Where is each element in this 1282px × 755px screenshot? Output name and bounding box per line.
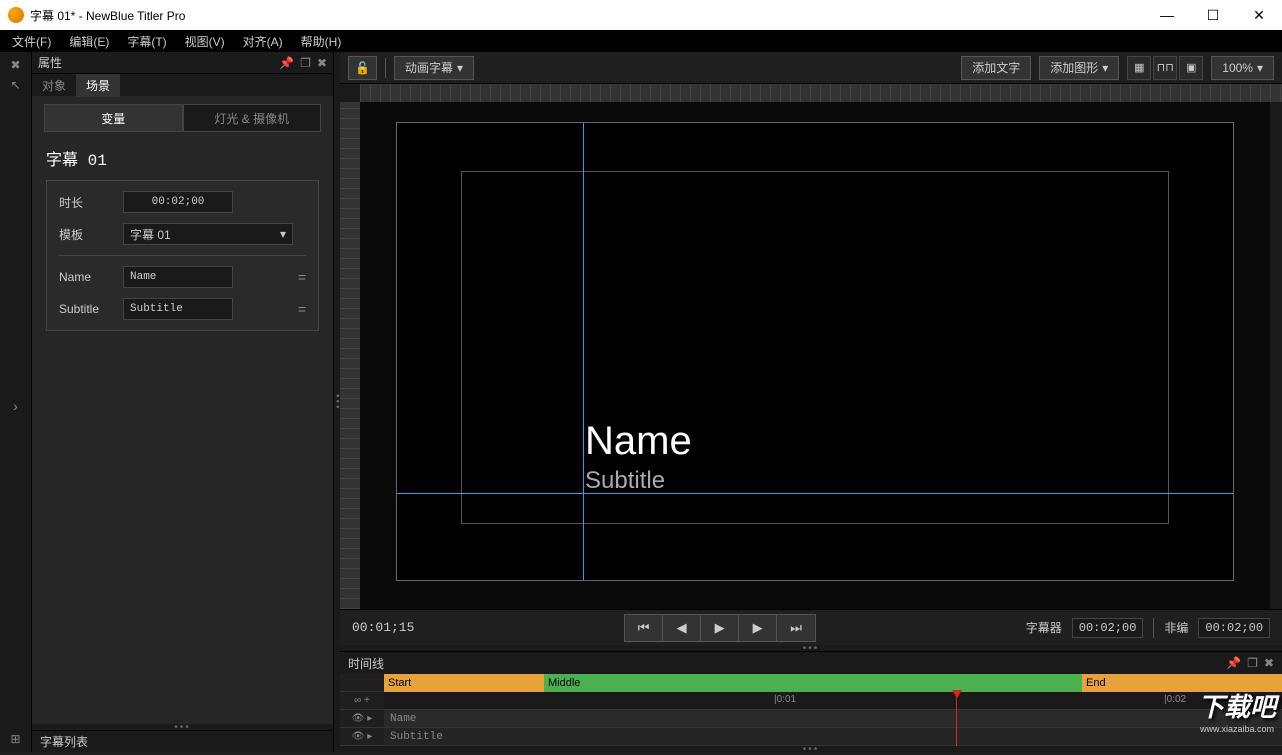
expand-right-icon[interactable]: › — [13, 398, 18, 414]
gutter-tack-icon[interactable]: ↖ — [10, 78, 20, 92]
panel-popout-icon[interactable]: ❐ — [300, 56, 311, 70]
timeline-loop-toggle[interactable]: ∞ + — [340, 692, 384, 710]
timeline-close-icon[interactable]: ✖ — [1264, 656, 1274, 670]
name-field-label: Name — [59, 270, 113, 284]
playhead-line — [956, 692, 957, 746]
window-titlebar: 字幕 01* - NewBlue Titler Pro — ☐ ✕ — [0, 0, 1282, 30]
menu-bar: 文件(F) 编辑(E) 字幕(T) 视图(V) 对齐(A) 帮助(H) — [0, 30, 1282, 52]
ruler-icon[interactable]: ⊓⊓ — [1153, 56, 1177, 80]
guide-vertical[interactable] — [583, 123, 584, 580]
template-label: 模板 — [59, 226, 113, 243]
subtitle-reset-icon[interactable]: = — [298, 301, 306, 317]
ruler-vertical[interactable] — [340, 102, 360, 609]
timeline-title: 时间线 — [348, 655, 384, 672]
titler-time[interactable]: 00:02;00 — [1072, 618, 1144, 638]
lock-button[interactable]: 🔓 — [348, 56, 377, 80]
safe-area-icon[interactable]: ▣ — [1179, 56, 1203, 80]
subtitle-input[interactable] — [123, 298, 233, 320]
chevron-down-icon: ▾ — [1257, 61, 1263, 75]
subtitle-field-label: Subtitle — [59, 302, 113, 316]
prev-frame-button[interactable]: ◀ — [663, 615, 701, 641]
track-name[interactable]: Name — [384, 710, 1282, 728]
subtab-lights-camera[interactable]: 灯光 & 摄像机 — [183, 104, 322, 132]
timeline-segments-gutter — [340, 674, 384, 692]
left-gutter: ✖ ↖ › ⊞ — [0, 52, 32, 752]
preview-toolbar: 🔓 动画字幕 ▾ 添加文字 添加图形 ▾ ▦ ⊓⊓ ▣ 100% ▾ — [340, 52, 1282, 84]
timeline-ruler[interactable]: |0:01 |0:02 — [384, 692, 1282, 710]
timeline-panel: 时间线 📌 ❐ ✖ ∞ + 👁 ▸ 👁 ▸ Start Midd — [340, 651, 1282, 752]
canvas-stage[interactable]: Name Subtitle — [396, 122, 1234, 581]
chevron-down-icon: ▾ — [1102, 61, 1108, 75]
segment-middle[interactable]: Middle — [544, 674, 1082, 692]
goto-end-button[interactable]: ⏭ — [777, 615, 815, 641]
zoom-dropdown[interactable]: 100% ▾ — [1211, 56, 1274, 80]
template-select[interactable]: 字幕 01 ▾ — [123, 223, 293, 245]
tab-object[interactable]: 对象 — [32, 74, 76, 97]
close-button[interactable]: ✕ — [1236, 0, 1282, 30]
timeline-popout-icon[interactable]: ❐ — [1247, 656, 1258, 670]
subtitle-list-title: 字幕列表 — [40, 733, 88, 750]
playback-controls: ⏮ ◀ ▶ ▶ ⏭ — [624, 614, 816, 642]
name-input[interactable] — [123, 266, 233, 288]
track-visibility-name[interactable]: 👁 ▸ — [340, 710, 384, 728]
track-visibility-subtitle[interactable]: 👁 ▸ — [340, 728, 384, 746]
nle-label: 非编 — [1164, 619, 1188, 636]
timeline-pin-icon[interactable]: 📌 — [1226, 656, 1241, 670]
template-value: 字幕 01 — [130, 226, 171, 243]
app-icon — [8, 7, 24, 23]
playback-bar: 00:01;15 ⏮ ◀ ▶ ▶ ⏭ 字幕器 00:02;00 非编 00:02… — [340, 609, 1282, 645]
canvas-area: Name Subtitle — [340, 84, 1282, 609]
subtab-variables[interactable]: 变量 — [44, 104, 183, 132]
panel-title: 属性 — [38, 54, 62, 71]
add-shape-button[interactable]: 添加图形 ▾ — [1039, 56, 1119, 80]
chevron-down-icon: ▾ — [457, 61, 463, 75]
guide-horizontal[interactable] — [397, 493, 1233, 494]
panel-pin-icon[interactable]: 📌 — [279, 56, 294, 70]
menu-align[interactable]: 对齐(A) — [235, 31, 291, 52]
goto-start-button[interactable]: ⏮ — [625, 615, 663, 641]
right-area: 🔓 动画字幕 ▾ 添加文字 添加图形 ▾ ▦ ⊓⊓ ▣ 100% ▾ — [340, 52, 1282, 752]
menu-view[interactable]: 视图(V) — [177, 31, 233, 52]
panel-close-icon[interactable]: ✖ — [317, 56, 327, 70]
chevron-down-icon: ▾ — [280, 227, 286, 241]
gutter-settings-icon[interactable]: ⊞ — [10, 732, 20, 746]
menu-file[interactable]: 文件(F) — [4, 31, 59, 52]
properties-panel-header: 属性 📌 ❐ ✖ — [32, 52, 333, 74]
grid-icon[interactable]: ▦ — [1127, 56, 1151, 80]
maximize-button[interactable]: ☐ — [1190, 0, 1236, 30]
ruler-horizontal[interactable] — [360, 84, 1282, 102]
window-title: 字幕 01* - NewBlue Titler Pro — [30, 7, 185, 24]
subtitle-list-header: 字幕列表 — [32, 730, 333, 752]
play-button[interactable]: ▶ — [701, 615, 739, 641]
track-subtitle[interactable]: Subtitle — [384, 728, 1282, 746]
canvas-name-text[interactable]: Name — [585, 419, 692, 464]
tick-1: |0:01 — [774, 694, 796, 705]
nle-time[interactable]: 00:02;00 — [1198, 618, 1270, 638]
preset-dropdown[interactable]: 动画字幕 ▾ — [394, 56, 474, 80]
menu-subtitle[interactable]: 字幕(T) — [119, 31, 174, 52]
gutter-pin-icon[interactable]: ✖ — [10, 58, 20, 72]
duration-input[interactable] — [123, 191, 233, 213]
tab-scene[interactable]: 场景 — [76, 74, 120, 97]
tick-2: |0:02 — [1164, 694, 1186, 705]
scene-title: 字幕 01 — [46, 140, 319, 180]
watermark-url: www.xiazaiba.com — [1200, 724, 1274, 734]
minimize-button[interactable]: — — [1144, 0, 1190, 30]
name-reset-icon[interactable]: = — [298, 269, 306, 285]
safe-area-frame — [461, 171, 1169, 524]
menu-help[interactable]: 帮助(H) — [293, 31, 350, 52]
segment-start[interactable]: Start — [384, 674, 544, 692]
current-timecode: 00:01;15 — [352, 620, 414, 635]
titler-label: 字幕器 — [1026, 619, 1062, 636]
watermark: 下载吧 — [1198, 687, 1276, 724]
timeline-bottom-splitter[interactable]: ••• — [340, 746, 1282, 752]
add-text-button[interactable]: 添加文字 — [961, 56, 1031, 80]
canvas-subtitle-text[interactable]: Subtitle — [585, 467, 665, 495]
duration-label: 时长 — [59, 194, 113, 211]
next-frame-button[interactable]: ▶ — [739, 615, 777, 641]
properties-panel: 属性 📌 ❐ ✖ 对象 场景 变量 灯光 & 摄像机 字幕 01 时长 — [32, 52, 334, 752]
menu-edit[interactable]: 编辑(E) — [61, 31, 117, 52]
